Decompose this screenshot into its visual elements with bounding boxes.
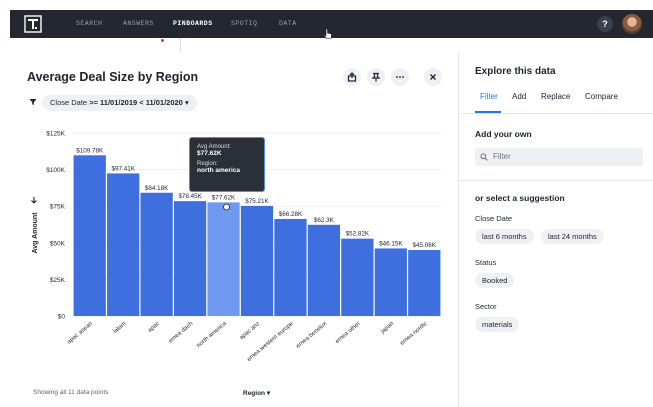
chevron-down-icon: ▾ bbox=[184, 98, 189, 107]
y-tick-label: $100K bbox=[46, 167, 65, 174]
pin-button[interactable] bbox=[343, 68, 361, 86]
close-button[interactable] bbox=[424, 68, 442, 86]
more-options-button[interactable] bbox=[391, 68, 409, 86]
thoughtspot-logo[interactable] bbox=[24, 15, 42, 33]
user-avatar[interactable] bbox=[622, 14, 642, 34]
nav-search[interactable]: SEARCH bbox=[76, 20, 102, 27]
filter-value: >= 11/01/2019 < 11/01/2020 bbox=[89, 98, 183, 107]
x-tick-label: apac anz bbox=[239, 321, 262, 341]
bar bbox=[107, 173, 140, 316]
bar-data-label: $84.18K bbox=[145, 185, 169, 192]
bar-data-label: $97.41K bbox=[111, 165, 135, 172]
suggestion-heading: or select a suggestion bbox=[475, 193, 565, 203]
bar bbox=[274, 218, 307, 316]
x-tick-label: emea other bbox=[335, 321, 362, 345]
tab-compare[interactable]: Compare bbox=[585, 92, 618, 101]
nav-spotiq[interactable]: SPOTIQ bbox=[231, 20, 257, 27]
bar bbox=[374, 248, 407, 316]
x-tick-label: emea dach bbox=[168, 321, 195, 345]
filter-placeholder: Filter bbox=[493, 152, 511, 161]
chevron-down-icon: ▾ bbox=[266, 390, 271, 397]
filter-search-input[interactable]: Filter bbox=[475, 148, 643, 166]
panel-divider bbox=[458, 52, 459, 407]
ellipsis-icon bbox=[396, 76, 404, 78]
tabs-divider bbox=[459, 113, 653, 114]
close-icon bbox=[430, 74, 436, 80]
bar bbox=[140, 192, 173, 316]
nav-answers[interactable]: ANSWERS bbox=[123, 20, 154, 27]
y-tick-label: $25K bbox=[50, 277, 66, 284]
add-your-own-heading: Add your own bbox=[475, 129, 532, 139]
chip-last-6-months[interactable]: last 6 months bbox=[475, 229, 534, 244]
x-tick-label: japan bbox=[379, 321, 395, 336]
x-tick-label: latam bbox=[112, 321, 127, 335]
y-tick-label: $75K bbox=[50, 204, 66, 211]
help-button[interactable]: ? bbox=[597, 16, 613, 32]
hover-cursor-icon bbox=[223, 203, 230, 211]
y-tick-label: $0 bbox=[58, 314, 66, 321]
tab-replace[interactable]: Replace bbox=[541, 92, 570, 101]
search-icon bbox=[480, 153, 488, 161]
y-tick-label: $50K bbox=[50, 240, 66, 247]
sort-arrow-icon bbox=[31, 197, 37, 204]
chip-last-24-months[interactable]: last 24 months bbox=[541, 229, 604, 244]
bar bbox=[408, 250, 441, 316]
bar-data-label: $62.3K bbox=[314, 217, 335, 224]
x-tick-label: apac asean bbox=[66, 321, 94, 346]
notification-dot bbox=[161, 39, 164, 42]
mouse-cursor-icon bbox=[323, 28, 332, 39]
upload-icon bbox=[347, 72, 357, 82]
bar bbox=[207, 202, 240, 316]
nav-data[interactable]: DATA bbox=[279, 20, 297, 27]
x-tick-label: emea benelux bbox=[295, 321, 328, 350]
bar bbox=[307, 224, 341, 316]
bar-data-label: $75.21K bbox=[245, 198, 269, 205]
header-divider bbox=[180, 38, 181, 52]
bar-data-label: $109.78K bbox=[76, 147, 104, 154]
bar bbox=[173, 201, 207, 316]
y-tick-label: $125K bbox=[46, 131, 65, 138]
suggestion-group-close-date: Close Date bbox=[475, 214, 513, 223]
tooltip-dim-value: north america bbox=[197, 167, 240, 174]
tab-add[interactable]: Add bbox=[512, 92, 526, 101]
bar-data-label: $45.06K bbox=[413, 242, 437, 249]
bar-data-label: $78.45K bbox=[178, 193, 202, 200]
chart-tooltip: Avg Amount: $77.62K Region: north americ… bbox=[189, 137, 265, 192]
x-axis-selector[interactable]: Region ▾ bbox=[243, 389, 270, 397]
suggestion-group-status: Status bbox=[475, 258, 497, 267]
chart-title: Average Deal Size by Region bbox=[27, 70, 199, 84]
suggestion-group-sector: Sector bbox=[475, 302, 497, 311]
bar-data-label: $52.82K bbox=[346, 231, 370, 238]
section-divider bbox=[459, 180, 653, 181]
bar-data-label: $46.15K bbox=[379, 240, 403, 247]
nav-pinboards[interactable]: PINBOARDS bbox=[173, 20, 213, 27]
pin-icon bbox=[371, 72, 381, 82]
tooltip-metric-value: $77.62K bbox=[197, 150, 222, 157]
bar bbox=[240, 205, 274, 316]
x-tick-label: emea nordic bbox=[399, 321, 428, 347]
chip-materials[interactable]: materials bbox=[475, 317, 520, 332]
data-points-count: Showing all 11 data points bbox=[33, 389, 109, 396]
bar-data-label: $66.28K bbox=[279, 211, 303, 218]
filter-funnel-icon bbox=[29, 99, 37, 105]
date-filter-chip[interactable]: Close Date >= 11/01/2019 < 11/01/2020 ▾ bbox=[42, 95, 197, 111]
bar-data-label: $77.62K bbox=[212, 194, 236, 201]
x-axis-selector-label: Region bbox=[243, 390, 266, 397]
chip-booked[interactable]: Booked bbox=[475, 273, 515, 288]
y-axis-label: Avg Amount bbox=[32, 212, 39, 254]
x-tick-label: north america bbox=[196, 321, 228, 350]
tab-filter[interactable]: Filter bbox=[480, 92, 498, 101]
filter-field: Close Date bbox=[50, 98, 88, 107]
x-tick-label: apac bbox=[147, 321, 161, 334]
bar bbox=[73, 155, 106, 316]
explore-panel-title: Explore this data bbox=[475, 66, 556, 77]
pin-to-board-button[interactable] bbox=[367, 68, 385, 86]
bar bbox=[341, 238, 374, 316]
